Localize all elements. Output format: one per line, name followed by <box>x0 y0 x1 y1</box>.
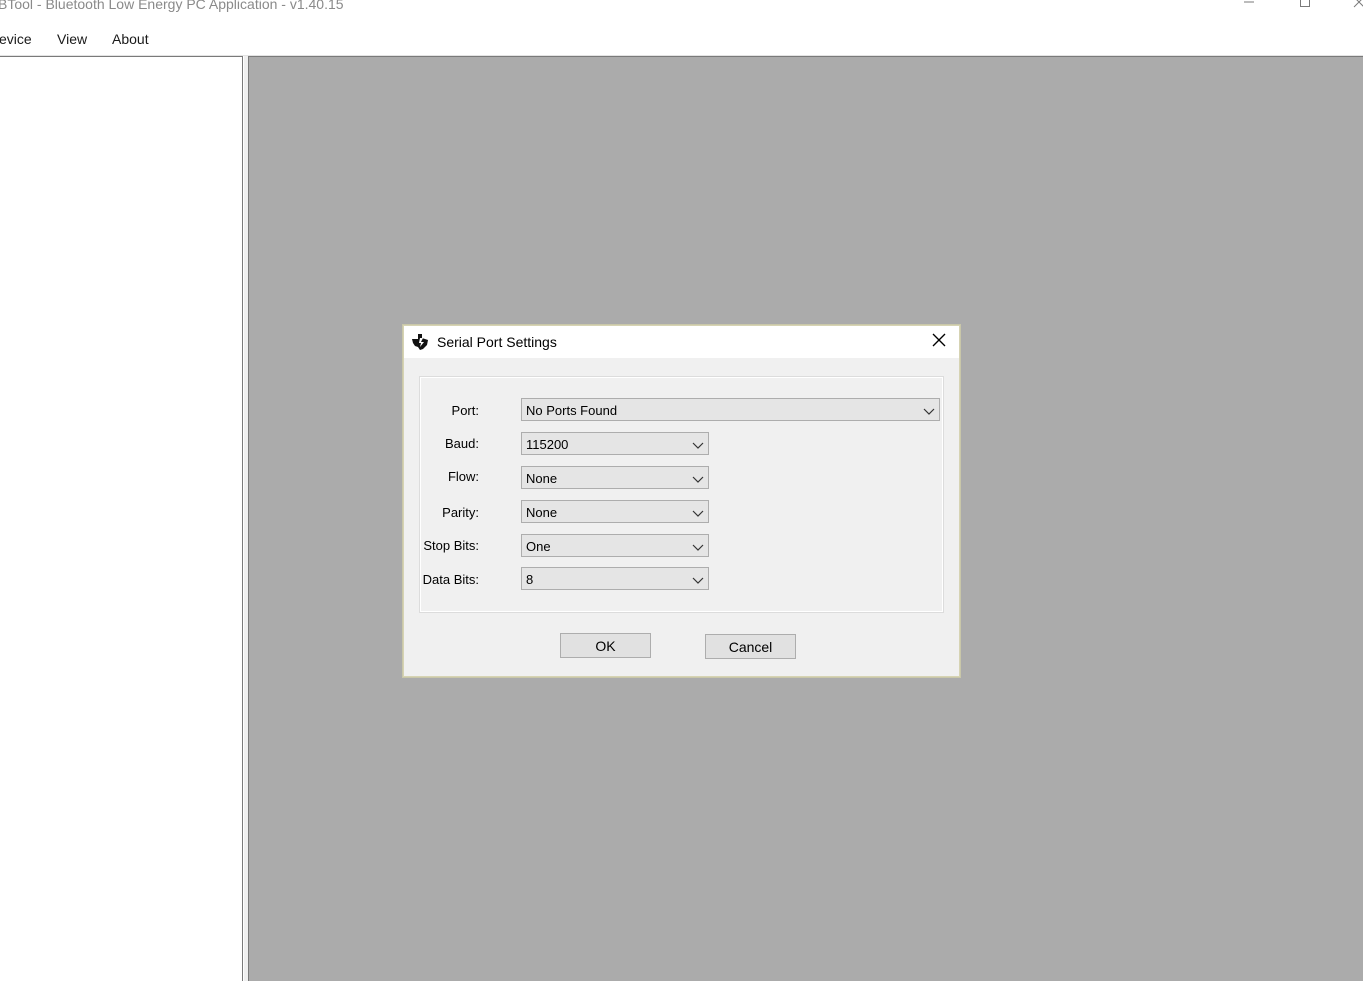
baud-label: Baud: <box>445 436 479 451</box>
data-bits-select[interactable]: 8 <box>521 567 709 590</box>
flow-select[interactable]: None <box>521 466 709 489</box>
baud-select[interactable]: 115200 <box>521 432 709 455</box>
stop-bits-label: Stop Bits: <box>423 538 479 553</box>
port-select[interactable]: No Ports Found <box>521 398 940 421</box>
chevron-down-icon <box>923 405 935 415</box>
data-bits-value: 8 <box>526 572 534 587</box>
flow-label: Flow: <box>447 469 479 484</box>
minimize-button[interactable] <box>1226 0 1272 16</box>
maximize-icon <box>1299 0 1311 13</box>
chevron-down-icon <box>692 439 704 449</box>
baud-value: 115200 <box>526 437 569 452</box>
port-label: Port: <box>451 403 479 418</box>
menu-device[interactable]: evice <box>0 31 32 47</box>
menu-view[interactable]: View <box>57 31 87 47</box>
parity-select[interactable]: None <box>521 500 709 523</box>
chevron-down-icon <box>692 574 704 584</box>
maximize-button[interactable] <box>1282 0 1328 16</box>
serial-port-settings-dialog: Serial Port Settings Port: No Ports Foun… <box>403 325 960 677</box>
port-value: No Ports Found <box>526 403 618 418</box>
close-button[interactable] <box>1336 0 1363 16</box>
close-icon <box>1353 0 1363 13</box>
settings-group: Port: No Ports Found Baud: 115200 Flow: … <box>419 376 944 613</box>
ti-logo-icon <box>409 331 431 353</box>
window-title: BTool - Bluetooth Low Energy PC Applicat… <box>0 0 344 12</box>
dialog-title: Serial Port Settings <box>437 334 557 350</box>
title-bar: BTool - Bluetooth Low Energy PC Applicat… <box>0 0 1363 24</box>
dialog-title-bar: Serial Port Settings <box>404 326 959 358</box>
minimize-icon <box>1243 0 1255 13</box>
chevron-down-icon <box>692 473 704 483</box>
stop-bits-value: One <box>526 539 551 554</box>
ok-button[interactable]: OK <box>560 633 651 658</box>
stop-bits-select[interactable]: One <box>521 534 709 557</box>
btool-window: BTool - Bluetooth Low Energy PC Applicat… <box>0 0 1363 981</box>
menu-about[interactable]: About <box>112 31 149 47</box>
parity-label: Parity: <box>442 505 479 520</box>
flow-value: None <box>526 471 558 486</box>
device-panel[interactable] <box>0 56 243 981</box>
parity-value: None <box>526 505 558 520</box>
menu-bar: evice View About <box>0 24 1363 56</box>
chevron-down-icon <box>692 541 704 551</box>
dialog-close-button[interactable] <box>922 331 956 353</box>
chevron-down-icon <box>692 507 704 517</box>
data-bits-label: Data Bits: <box>422 572 479 587</box>
cancel-button[interactable]: Cancel <box>705 634 796 659</box>
close-icon <box>932 333 946 352</box>
